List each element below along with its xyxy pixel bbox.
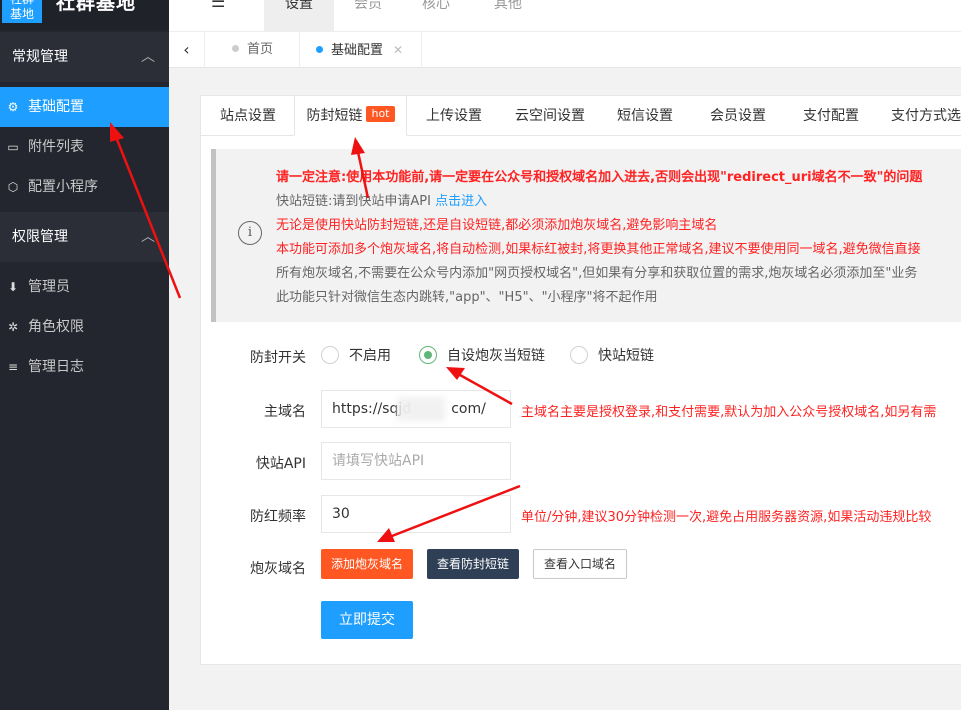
cannon-domain-label: 炮灰域名 <box>250 561 306 577</box>
notice-line-multi: 本功能可添加多个炮灰域名,将自动检测,如果标红被封,将更换其他正常域名,建议不要… <box>276 242 921 257</box>
notice-box: i 请一定注意:使用本功能前,请一定要在公众号和授权域名加入进去,否则会出现"r… <box>211 149 961 322</box>
top-tab-settings[interactable]: 设置 <box>264 0 334 32</box>
chevron-up-icon: ︿ <box>141 49 155 65</box>
view-short-links-button[interactable]: 查看防封短链 <box>427 549 520 579</box>
hot-badge: hot <box>366 106 395 122</box>
sidebar-item-roles[interactable]: ✲ 角色权限 <box>0 307 169 347</box>
frequency-input[interactable] <box>321 495 511 533</box>
top-header: ☰ 设置 会员 核心 其他 <box>169 0 961 32</box>
tab-label: 防封短链 <box>306 108 363 124</box>
sidebar-item-logs[interactable]: ≡ 管理日志 <box>0 347 169 387</box>
bug-icon: ✲ <box>7 320 19 334</box>
radio-disabled[interactable]: 不启用 <box>321 346 391 366</box>
tab-payment-config[interactable]: 支付配置 <box>785 96 877 136</box>
logo-area: 社群基地 社群基地 <box>0 0 169 30</box>
chevron-left-icon[interactable]: ‹ <box>169 32 205 68</box>
notice-line-cannon: 无论是使用快站防封短链,还是自设短链,都必须添加炮灰域名,避免影响主域名 <box>276 218 718 233</box>
top-tab-members[interactable]: 会员 <box>339 0 397 32</box>
folder-icon: ▭ <box>7 140 19 154</box>
nav-group-label: 常规管理 <box>12 49 68 65</box>
view-entry-domain-button[interactable]: 查看入口域名 <box>533 549 628 579</box>
tab-anti-block-links[interactable]: 防封短链 hot <box>294 95 407 136</box>
gear-icon: ⚙ <box>7 100 19 114</box>
list-icon: ≡ <box>7 360 19 374</box>
tab-cloud-settings[interactable]: 云空间设置 <box>501 96 599 136</box>
domain-label: 主域名 <box>264 404 306 420</box>
sidebar-item-attachments[interactable]: ▭ 附件列表 <box>0 127 169 167</box>
radio-kuaizhan[interactable]: 快站短链 <box>570 346 654 366</box>
tab-dot <box>316 46 323 53</box>
radio-circle <box>321 346 339 364</box>
add-cannon-domain-button[interactable]: 添加炮灰域名 <box>321 549 414 579</box>
cube-icon: ⬡ <box>7 180 19 194</box>
notice-api-link[interactable]: 点击进入 <box>435 194 487 209</box>
tab-payment-method[interactable]: 支付方式选 <box>877 96 961 136</box>
logo-badge: 社群基地 <box>2 0 42 23</box>
close-icon[interactable]: ✕ <box>393 43 403 57</box>
menu-toggle-icon[interactable]: ☰ <box>211 0 225 11</box>
sidebar-item-label: 附件列表 <box>28 139 84 155</box>
page-tabs-bar: ‹ 首页 基础配置 ✕ <box>169 32 961 68</box>
radio-label: 快站短链 <box>598 348 654 364</box>
logo-badge-line1: 社群 <box>10 0 34 6</box>
notice-line-auth: 所有炮灰域名,不需要在公众号内添加"网页授权域名",但如果有分享和获取位置的需求… <box>276 266 918 281</box>
sidebar-item-label: 角色权限 <box>28 319 84 335</box>
sidebar-item-miniprogram[interactable]: ⬡ 配置小程序 <box>0 167 169 207</box>
sidebar-item-basic-config[interactable]: ⚙ 基础配置 <box>0 87 169 127</box>
page-tab-label: 首页 <box>247 42 274 57</box>
frequency-label: 防红频率 <box>250 509 306 525</box>
nav-group-permission[interactable]: 权限管理 ︿ <box>0 212 169 262</box>
submit-button[interactable]: 立即提交 <box>321 601 413 639</box>
sidebar-item-label: 配置小程序 <box>28 179 98 195</box>
tab-upload-settings[interactable]: 上传设置 <box>407 96 501 136</box>
tab-sms-settings[interactable]: 短信设置 <box>599 96 691 136</box>
tab-dot <box>232 45 239 52</box>
radio-circle <box>419 346 437 364</box>
nav-group-general[interactable]: 常规管理 ︿ <box>0 32 169 82</box>
logo-badge-line2: 基地 <box>9 7 34 21</box>
download-circle-icon: ⬇ <box>7 280 19 294</box>
tab-member-settings[interactable]: 会员设置 <box>691 96 785 136</box>
api-input[interactable] <box>321 442 511 480</box>
sidebar-item-label: 管理日志 <box>28 359 84 375</box>
form-tabs: 站点设置 防封短链 hot 上传设置 云空间设置 短信设置 会员设置 支付配置 支… <box>201 95 961 136</box>
page-tab-label: 基础配置 <box>331 43 384 58</box>
sidebar: 社群基地 社群基地 常规管理 ︿ ⚙ 基础配置 ▭ 附件列表 ⬡ 配置小程序 权… <box>0 0 169 710</box>
sidebar-item-label: 基础配置 <box>28 99 84 115</box>
redaction-blur <box>397 397 445 421</box>
api-label: 快站API <box>255 456 306 472</box>
app-title: 社群基地 <box>56 0 137 14</box>
notice-api-text: 快站短链:请到快站申请API <box>276 194 436 209</box>
settings-card: 站点设置 防封短链 hot 上传设置 云空间设置 短信设置 会员设置 支付配置 支… <box>200 95 961 665</box>
tab-site-settings[interactable]: 站点设置 <box>201 96 295 136</box>
sidebar-item-label: 管理员 <box>28 279 70 295</box>
radio-custom-cannon[interactable]: 自设炮灰当短链 <box>419 346 545 366</box>
radio-circle <box>570 346 588 364</box>
notice-line-api: 快站短链:请到快站申请API 点击进入 <box>276 190 487 209</box>
top-tab-other[interactable]: 其他 <box>479 0 537 32</box>
nav-group-label: 权限管理 <box>12 229 68 245</box>
top-tab-core[interactable]: 核心 <box>407 0 465 32</box>
domain-tip: 主域名主要是授权登录,和支付需要,默认为加入公众号授权域名,如另有需 <box>521 405 937 420</box>
chevron-up-icon: ︿ <box>141 229 155 245</box>
page-tab-home[interactable]: 首页 <box>206 32 301 68</box>
page-tab-basic-config[interactable]: 基础配置 ✕ <box>298 32 423 68</box>
sidebar-item-admins[interactable]: ⬇ 管理员 <box>0 267 169 307</box>
info-icon: i <box>238 221 262 245</box>
switch-label: 防封开关 <box>250 350 306 366</box>
radio-label: 自设炮灰当短链 <box>447 348 545 364</box>
frequency-tip: 单位/分钟,建议30分钟检测一次,避免占用服务器资源,如果活动违规比较 <box>521 510 932 525</box>
notice-line-scope: 此功能只针对微信生态内跳转,"app"、"H5"、"小程序"将不起作用 <box>276 290 658 305</box>
radio-label: 不启用 <box>349 348 391 364</box>
notice-line-warning: 请一定注意:使用本功能前,请一定要在公众号和授权域名加入进去,否则会出现"red… <box>276 170 923 185</box>
